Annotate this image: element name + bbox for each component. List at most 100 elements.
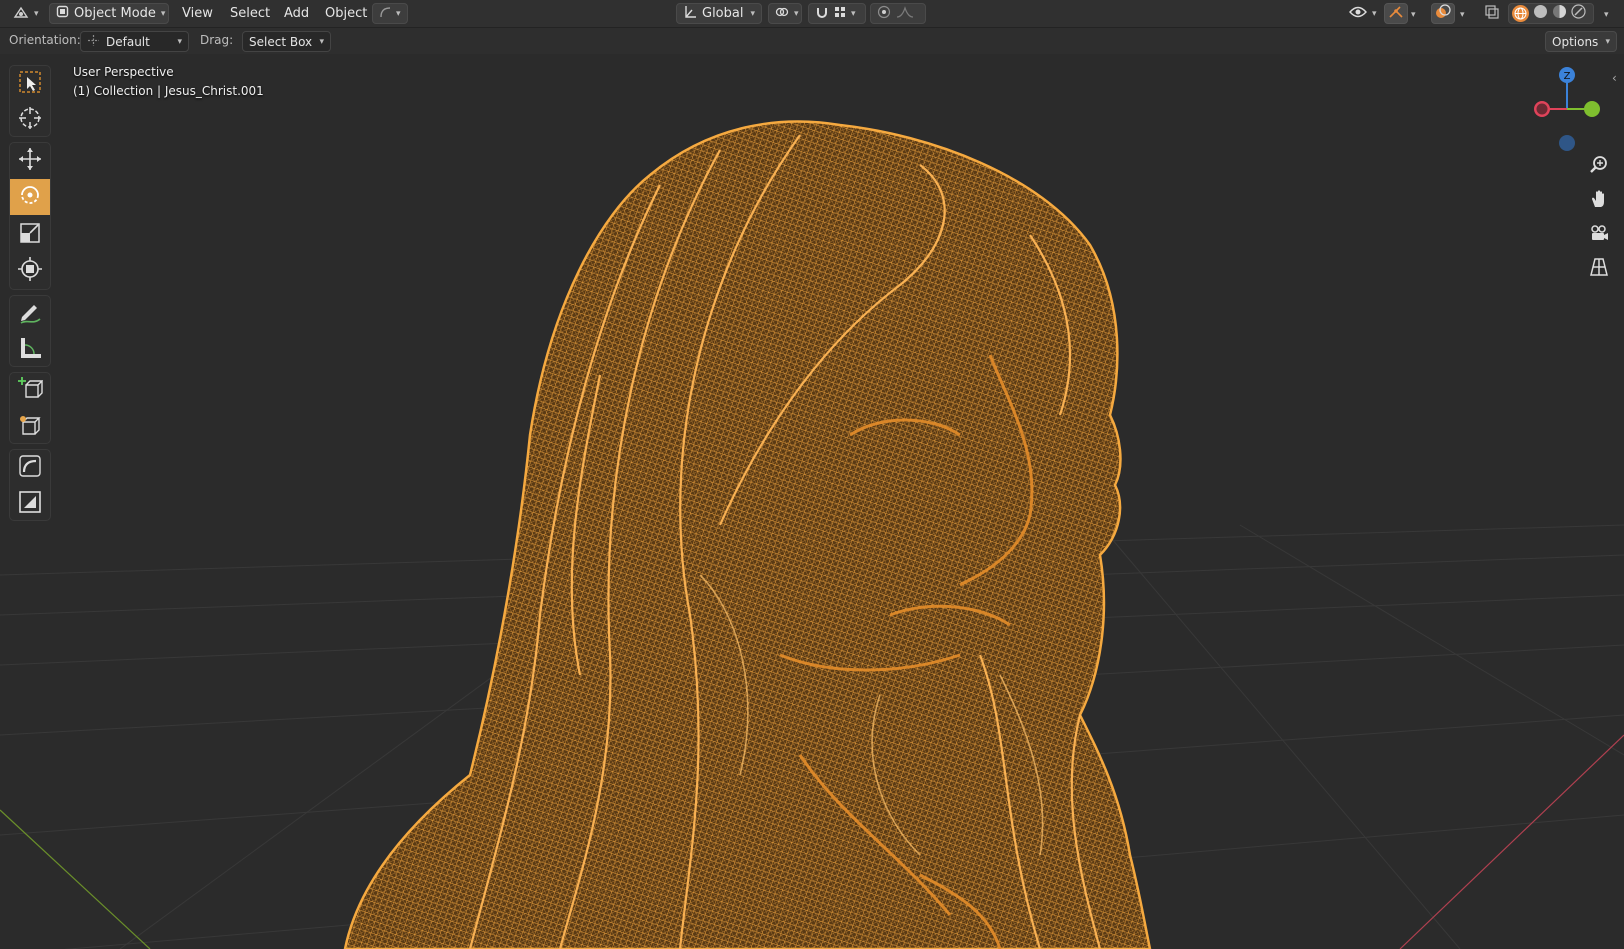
toolbar-group-misc [9,449,51,521]
drag-label: Drag: [200,33,234,47]
orientation-label: Global [702,6,744,21]
gizmo-y-positive [1584,101,1600,117]
transform-orientation-dropdown[interactable]: Global ▾ [676,3,762,24]
shading-rendered-icon[interactable] [1571,4,1586,23]
zoom-magnifier-icon [1589,155,1609,179]
scale-tool[interactable] [10,217,50,253]
gizmo-z-negative [1559,135,1575,151]
mode-label: Object Mode [74,6,156,21]
navigation-gizmo[interactable]: Z [1525,63,1605,153]
view-name-label: User Perspective [73,65,174,79]
move-tool[interactable] [10,143,50,179]
menu-add[interactable]: Add [284,4,309,23]
overlay-dropdown[interactable]: ▾ [1460,4,1465,23]
collection-info-label: (1) Collection | Jesus_Christ.001 [73,84,264,98]
wireframe-bust [343,120,1152,949]
shading-dropdown[interactable]: ▾ [1604,4,1609,23]
options-label: Options [1552,34,1599,49]
menu-view[interactable]: View [182,4,213,23]
snap-magnet-icon [815,5,829,23]
chevron-down-icon: ▾ [750,8,755,19]
proportional-edit-icon [877,5,891,23]
viewport-shading-group[interactable] [1508,3,1594,24]
chevron-down-icon: ▾ [177,36,182,47]
xray-toggle[interactable] [1481,3,1505,24]
cursor-tool[interactable] [10,102,50,138]
overlay-toggle[interactable] [1431,3,1455,24]
transform-tool[interactable] [10,253,50,289]
curve-tool[interactable] [10,450,50,486]
cursor-icon [17,105,43,135]
measure-tool[interactable] [10,332,50,368]
shading-material-icon[interactable] [1552,4,1567,23]
image-tool-icon [17,489,43,519]
select-box-tool[interactable] [10,66,50,102]
add-cube-tool[interactable] [10,373,50,409]
chevron-down-icon: ▾ [160,8,166,19]
chevron-down-icon: ▾ [1372,8,1377,19]
cube-transform-icon [17,412,43,442]
chevron-down-icon: ▾ [1411,10,1416,20]
pivot-icon [775,5,789,23]
3d-viewport[interactable]: User Perspective (1) Collection | Jesus_… [0,55,1624,949]
chevron-down-icon: ▾ [319,36,324,47]
camera-icon [1589,223,1609,247]
drag-dropdown[interactable]: Select Box ▾ [242,31,331,52]
visibility-icon [1349,5,1367,23]
zoom-button[interactable] [1584,152,1614,182]
hand-icon [1589,189,1609,213]
orientation-axes-icon [683,5,697,23]
chevron-down-icon: ▾ [851,8,856,19]
image-tool[interactable] [10,486,50,522]
gizmo-z-label: Z [1564,71,1571,82]
toolbar-group-add [9,372,51,444]
curve-icon [379,6,391,22]
shading-wireframe-icon[interactable] [1512,5,1529,22]
proportional-editing-group[interactable] [870,3,926,24]
move-icon [17,146,43,176]
sidebar-toggle-arrow-icon[interactable]: ‹ [1612,71,1617,85]
chevron-down-icon: ▾ [794,8,799,19]
visibility-dropdown[interactable]: ▾ [1342,3,1380,24]
transform-icon [17,256,43,286]
snap-grid-icon [834,6,846,22]
menu-object[interactable]: Object [325,4,367,23]
toolbar-group-select [9,65,51,137]
viewport-3d-icon [13,5,29,23]
orientation-dropdown[interactable]: Default ▾ [80,31,189,52]
falloff-curve-icon [896,5,914,22]
editor-type-button[interactable]: ▾ [6,3,44,24]
pan-button[interactable] [1584,186,1614,216]
transform-cube-tool[interactable] [10,409,50,445]
shading-solid-icon[interactable] [1533,4,1548,23]
select-box-icon [17,69,43,99]
annotate-pencil-icon [17,299,43,329]
chevron-down-icon: ▾ [1604,10,1609,20]
toolbar-group-annotate [9,295,51,367]
tool-settings-bar: Orientation: Default ▾ Drag: Select Box … [0,28,1624,54]
camera-view-button[interactable] [1584,220,1614,250]
chevron-down-icon: ▾ [1605,36,1610,47]
chevron-down-icon: ▾ [34,8,39,19]
object-mode-icon [56,5,69,22]
mode-dropdown[interactable]: Object Mode ▾ [49,3,169,24]
gizmo-toggle[interactable] [1384,3,1408,24]
perspective-toggle-button[interactable] [1584,254,1614,284]
scale-icon [17,220,43,250]
shading-mode-dropdown[interactable]: ▾ [372,3,408,24]
rotate-tool[interactable] [10,179,50,215]
orientation-gizmo-icon [87,34,100,50]
gizmo-icon [1388,5,1404,23]
xray-icon [1485,4,1499,23]
options-dropdown[interactable]: Options ▾ [1545,31,1617,52]
chevron-down-icon: ▾ [1460,10,1465,20]
snapping-group[interactable]: ▾ [808,3,866,24]
pivot-point-dropdown[interactable]: ▾ [768,3,802,24]
orientation-label: Orientation: [9,33,81,47]
measure-ruler-icon [17,335,43,365]
gizmo-dropdown[interactable]: ▾ [1411,4,1416,23]
annotate-tool[interactable] [10,296,50,332]
curve-tool-icon [17,453,43,483]
header-bar: ▾ Object Mode ▾ View Select Add Object ▾… [0,0,1624,28]
menu-select[interactable]: Select [230,4,270,23]
